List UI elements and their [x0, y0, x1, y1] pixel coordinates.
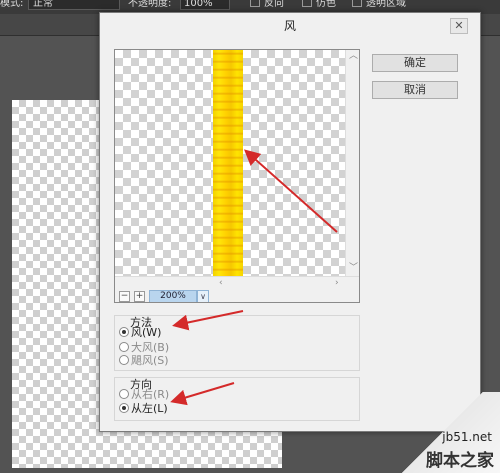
dither-label: 仿色 [316, 0, 336, 9]
preview-horizontal-scrollbar[interactable]: ‹ › [115, 276, 359, 290]
reverse-label: 反向 [264, 0, 284, 9]
mode-label: 模式: [0, 0, 24, 9]
dither-checkbox[interactable] [302, 0, 312, 7]
preview-vertical-scrollbar[interactable]: ︿ ﹀ [345, 50, 359, 276]
wind-streak-preview [213, 50, 243, 276]
radio-wind[interactable]: 风(W) [119, 326, 161, 340]
opacity-value: 100% [184, 0, 213, 9]
scroll-left-icon[interactable]: ‹ [219, 279, 223, 288]
direction-group: 方向 从右(R) 从左(L) [114, 377, 360, 421]
reverse-checkbox[interactable] [250, 0, 260, 7]
watermark-brand: 脚本之家 [426, 451, 494, 471]
radio-from-left[interactable]: 从左(L) [119, 402, 168, 416]
zoom-dropdown-icon[interactable]: ∨ [197, 290, 209, 302]
zoom-in-button[interactable]: + [134, 291, 145, 302]
dialog-title: 风 [100, 13, 480, 41]
transparency-label: 透明区域 [366, 0, 406, 9]
radio-stagger[interactable]: 飓风(S) [119, 354, 169, 368]
scroll-down-icon[interactable]: ﹀ [349, 264, 358, 273]
filter-preview[interactable]: ︿ ﹀ ‹ › − + 200% ∨ [114, 49, 360, 303]
close-button[interactable]: ✕ [450, 18, 468, 34]
watermark: jb51.net 脚本之家 [392, 392, 500, 473]
radio-icon [119, 389, 129, 399]
radio-blast[interactable]: 大风(B) [119, 341, 169, 355]
radio-selected-icon [119, 327, 129, 337]
radio-icon [119, 342, 129, 352]
transparency-checkbox[interactable] [352, 0, 362, 7]
method-group: 方法 风(W) 大风(B) 飓风(S) [114, 315, 360, 371]
radio-selected-icon [119, 403, 129, 413]
scroll-right-icon[interactable]: › [335, 279, 339, 288]
zoom-out-button[interactable]: − [119, 291, 130, 302]
opacity-label: 不透明度: [128, 0, 172, 9]
zoom-level[interactable]: 200% [149, 290, 197, 302]
zoom-bar: − + 200% ∨ [115, 290, 359, 302]
ok-button[interactable]: 确定 [372, 54, 458, 72]
mode-value: 正常 [33, 0, 53, 9]
radio-from-right[interactable]: 从右(R) [119, 388, 169, 402]
close-icon: ✕ [454, 19, 464, 32]
mode-select[interactable]: 正常 [28, 0, 120, 10]
radio-icon [119, 355, 129, 365]
opacity-field[interactable]: 100% [180, 0, 230, 10]
wind-filter-dialog: 风 ✕ ︿ ﹀ ‹ › − + 200% ∨ 确定 取消 方法 风(W) 大风(… [99, 12, 481, 432]
scroll-up-icon[interactable]: ︿ [349, 52, 358, 61]
watermark-url: jb51.net [442, 430, 492, 444]
cancel-button[interactable]: 取消 [372, 81, 458, 99]
